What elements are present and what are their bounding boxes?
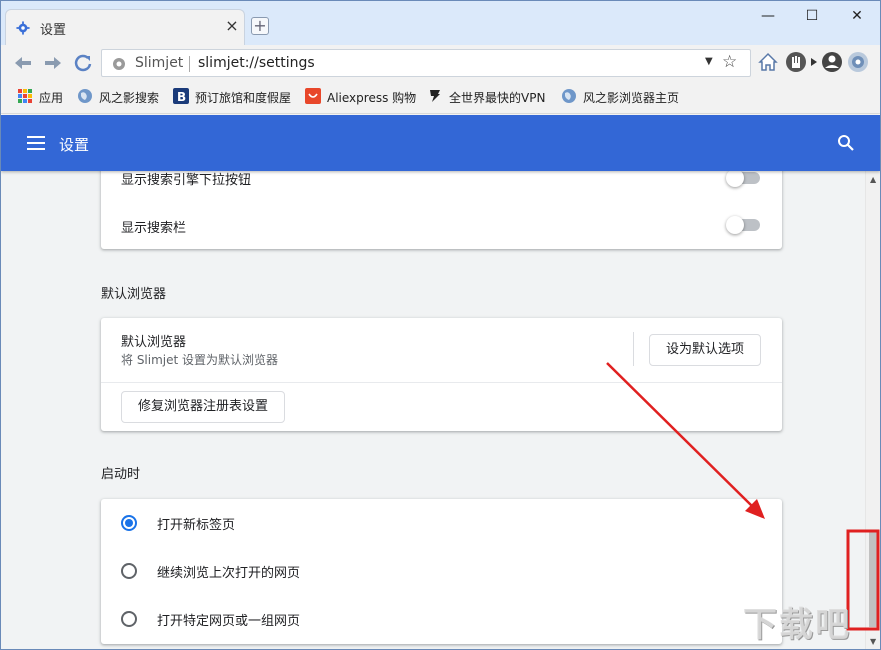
settings-header: 设置 [1,115,880,171]
omnibox-separator [189,56,190,72]
repair-registry-button[interactable]: 修复浏览器注册表设置 [121,391,285,423]
profile-icon[interactable] [821,51,843,73]
set-default-button[interactable]: 设为默认选项 [649,334,761,366]
bookmark-label: 风之影浏览器主页 [583,91,680,105]
bookmark-label: 预订旅馆和度假屋 [195,91,292,105]
scrollbar-thumb[interactable] [869,531,879,627]
vpn-icon [430,90,440,102]
bookmarks-bar: 应用 风之影搜索 B 预订旅馆和度假屋 Aliexpress 购物 全世界最快的… [1,81,880,114]
address-bar[interactable]: Slimjet slimjet://settings ▼ ☆ [101,49,751,77]
adblock-hand-icon[interactable] [785,51,807,73]
settings-content: 显示搜索引擎下拉按钮 显示搜索栏 默认浏览器 默认浏览器 将 Slimjet 设… [1,171,865,649]
radio-open-new-tab[interactable] [121,515,137,531]
svg-text:B: B [177,90,186,104]
toggle-search-dropdown[interactable] [726,171,760,187]
bookmark-label: 全世界最快的VPN [449,91,546,105]
minimize-button[interactable]: — [746,5,790,27]
bookmark-label: 风之影搜索 [99,91,160,105]
section-title-startup: 启动时 [101,467,141,482]
menu-arrow-icon[interactable] [809,51,819,73]
scroll-up-icon[interactable]: ▲ [870,175,876,184]
page-title: 设置 [59,136,90,154]
search-settings-card: 显示搜索引擎下拉按钮 显示搜索栏 [101,171,782,249]
horizontal-divider [101,382,782,383]
aliexpress-bag-icon [305,88,321,104]
new-tab-button[interactable]: + [251,17,269,35]
reload-icon[interactable] [73,53,93,73]
radio-label: 打开新标签页 [157,518,236,533]
home-icon[interactable] [757,51,779,73]
startup-card: 打开新标签页 继续浏览上次打开的网页 打开特定网页或一组网页 [101,499,782,644]
radio-continue-session[interactable] [121,563,137,579]
maximize-button[interactable]: ☐ [790,5,834,27]
tab-settings[interactable]: 设置 × [5,9,245,45]
omnibox-url[interactable]: slimjet://settings [198,55,315,71]
section-title-default-browser: 默认浏览器 [101,287,167,302]
scroll-down-icon[interactable]: ▼ [870,637,876,646]
tab-title: 设置 [40,23,67,38]
omnibox-dropdown-icon[interactable]: ▼ [705,56,713,67]
booking-b-icon: B [173,88,189,104]
globe-icon [78,89,92,103]
search-icon[interactable] [837,134,855,152]
tab-close-icon[interactable]: × [224,18,240,34]
default-browser-subtitle: 将 Slimjet 设置为默认浏览器 [121,353,279,367]
toggle-search-bar[interactable] [726,216,760,234]
back-arrow-icon[interactable] [13,53,33,73]
omnibox-brand: Slimjet [135,55,184,71]
bookmark-star-icon[interactable]: ☆ [722,52,737,72]
radio-label: 打开特定网页或一组网页 [157,614,301,629]
vertical-divider [633,332,634,366]
browser-window: 设置 × + — ☐ ✕ Slimjet slimjet://settings … [0,0,881,650]
setting-label: 显示搜索栏 [121,221,187,236]
radio-open-specific-pages[interactable] [121,611,137,627]
settings-gear-icon[interactable] [847,51,869,73]
apps-grid-icon [18,89,32,103]
forward-arrow-icon[interactable] [43,53,63,73]
radio-label: 继续浏览上次打开的网页 [157,566,301,581]
close-window-button[interactable]: ✕ [835,5,879,27]
gear-icon [16,21,30,35]
tab-strip: 设置 × + — ☐ ✕ [1,1,880,45]
bookmark-label: 应用 [39,91,64,105]
default-browser-title: 默认浏览器 [121,335,187,350]
site-info-icon[interactable] [112,57,126,71]
setting-label: 显示搜索引擎下拉按钮 [121,173,252,188]
vertical-scrollbar[interactable]: ▲ ▼ [865,171,880,649]
hamburger-menu-icon[interactable] [27,136,45,150]
bookmark-label: Aliexpress 购物 [327,91,417,105]
watermark: 下载吧 [743,605,851,645]
toolbar: Slimjet slimjet://settings ▼ ☆ [1,45,880,81]
default-browser-card: 默认浏览器 将 Slimjet 设置为默认浏览器 设为默认选项 修复浏览器注册表… [101,318,782,431]
globe-icon [562,89,576,103]
